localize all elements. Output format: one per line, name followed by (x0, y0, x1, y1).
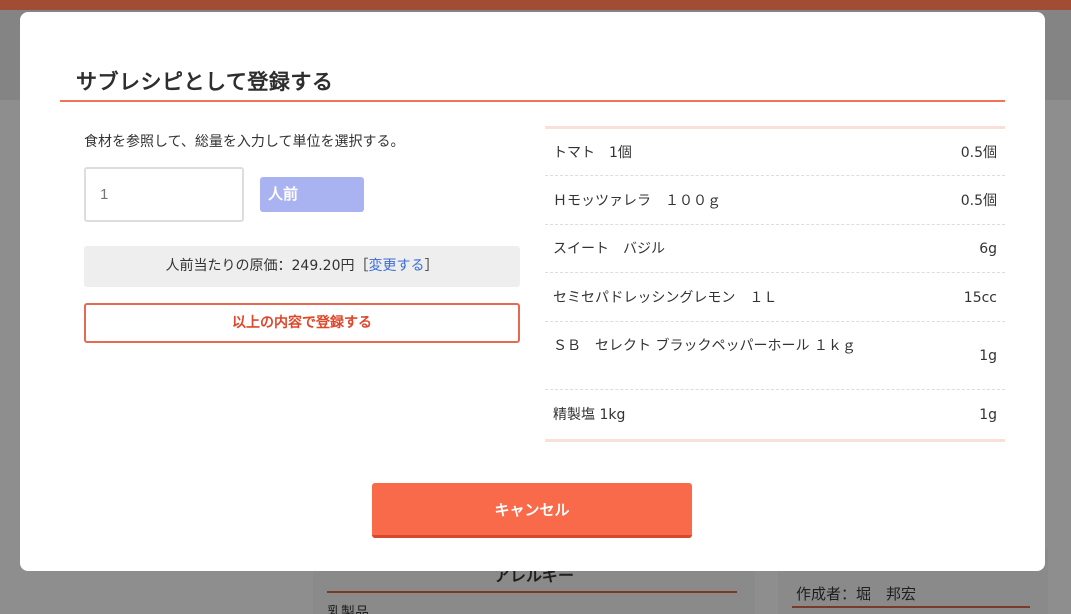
ingredient-amount: 1g (979, 407, 997, 423)
quantity-input[interactable] (84, 167, 244, 222)
ingredient-row: セミセパドレッシングレモン １Ｌ 15cc (545, 273, 1005, 322)
cancel-button[interactable]: キャンセル (372, 483, 692, 538)
ingredient-name: セミセパドレッシングレモン １Ｌ (553, 290, 778, 306)
ingredient-row: ＳＢ セレクト ブラックペッパーホール １ｋｇ 1g (545, 322, 1005, 390)
ingredient-row: トマト 1個 0.5個 (545, 129, 1005, 176)
cost-text: 人前当たりの原価：249.20円［ (165, 258, 369, 274)
cost-per-serving: 人前当たりの原価：249.20円［変更する］ (84, 246, 520, 287)
ingredient-name: Ｈモッツァレラ １００ｇ (553, 193, 721, 209)
subrecipe-modal: サブレシピとして登録する 食材を参照して、総量を入力して単位を選択する。 人前 … (20, 12, 1045, 571)
change-cost-link[interactable]: 変更する (369, 258, 425, 274)
cost-bracket-close: ］ (424, 258, 439, 274)
allergy-divider (327, 591, 737, 593)
background-header (0, 0, 1071, 10)
title-divider (60, 100, 1005, 102)
register-button[interactable]: 以上の内容で登録する (84, 303, 520, 343)
ingredient-row: スイート バジル 6g (545, 225, 1005, 273)
ingredient-amount: 6g (979, 241, 997, 257)
modal-title: サブレシピとして登録する (76, 70, 334, 94)
ingredient-row: Ｈモッツァレラ １００ｇ 0.5個 (545, 176, 1005, 225)
ingredient-name: 精製塩 1kg (553, 407, 626, 423)
author-text: 作成者：堀 邦宏 (796, 585, 917, 603)
allergy-item: 乳製品 (327, 605, 369, 614)
instruction-text: 食材を参照して、総量を入力して単位を選択する。 (84, 134, 405, 150)
ingredient-name: ＳＢ セレクト ブラックペッパーホール １ｋｇ (553, 338, 856, 354)
author-divider (792, 606, 1030, 608)
ingredient-name: スイート バジル (553, 241, 665, 257)
ingredient-amount: 15cc (963, 290, 997, 306)
unit-select-button[interactable]: 人前 (260, 177, 364, 212)
ingredient-amount: 0.5個 (960, 193, 997, 209)
ingredient-table: トマト 1個 0.5個 Ｈモッツァレラ １００ｇ 0.5個スイート バジル 6g セミセパ… (545, 126, 1005, 442)
ingredient-amount: 0.5個 (960, 145, 997, 161)
ingredient-name: トマト 1個 (553, 145, 632, 161)
ingredient-amount: 1g (979, 348, 997, 364)
ingredient-row: 精製塩 1kg 1g (545, 390, 1005, 439)
